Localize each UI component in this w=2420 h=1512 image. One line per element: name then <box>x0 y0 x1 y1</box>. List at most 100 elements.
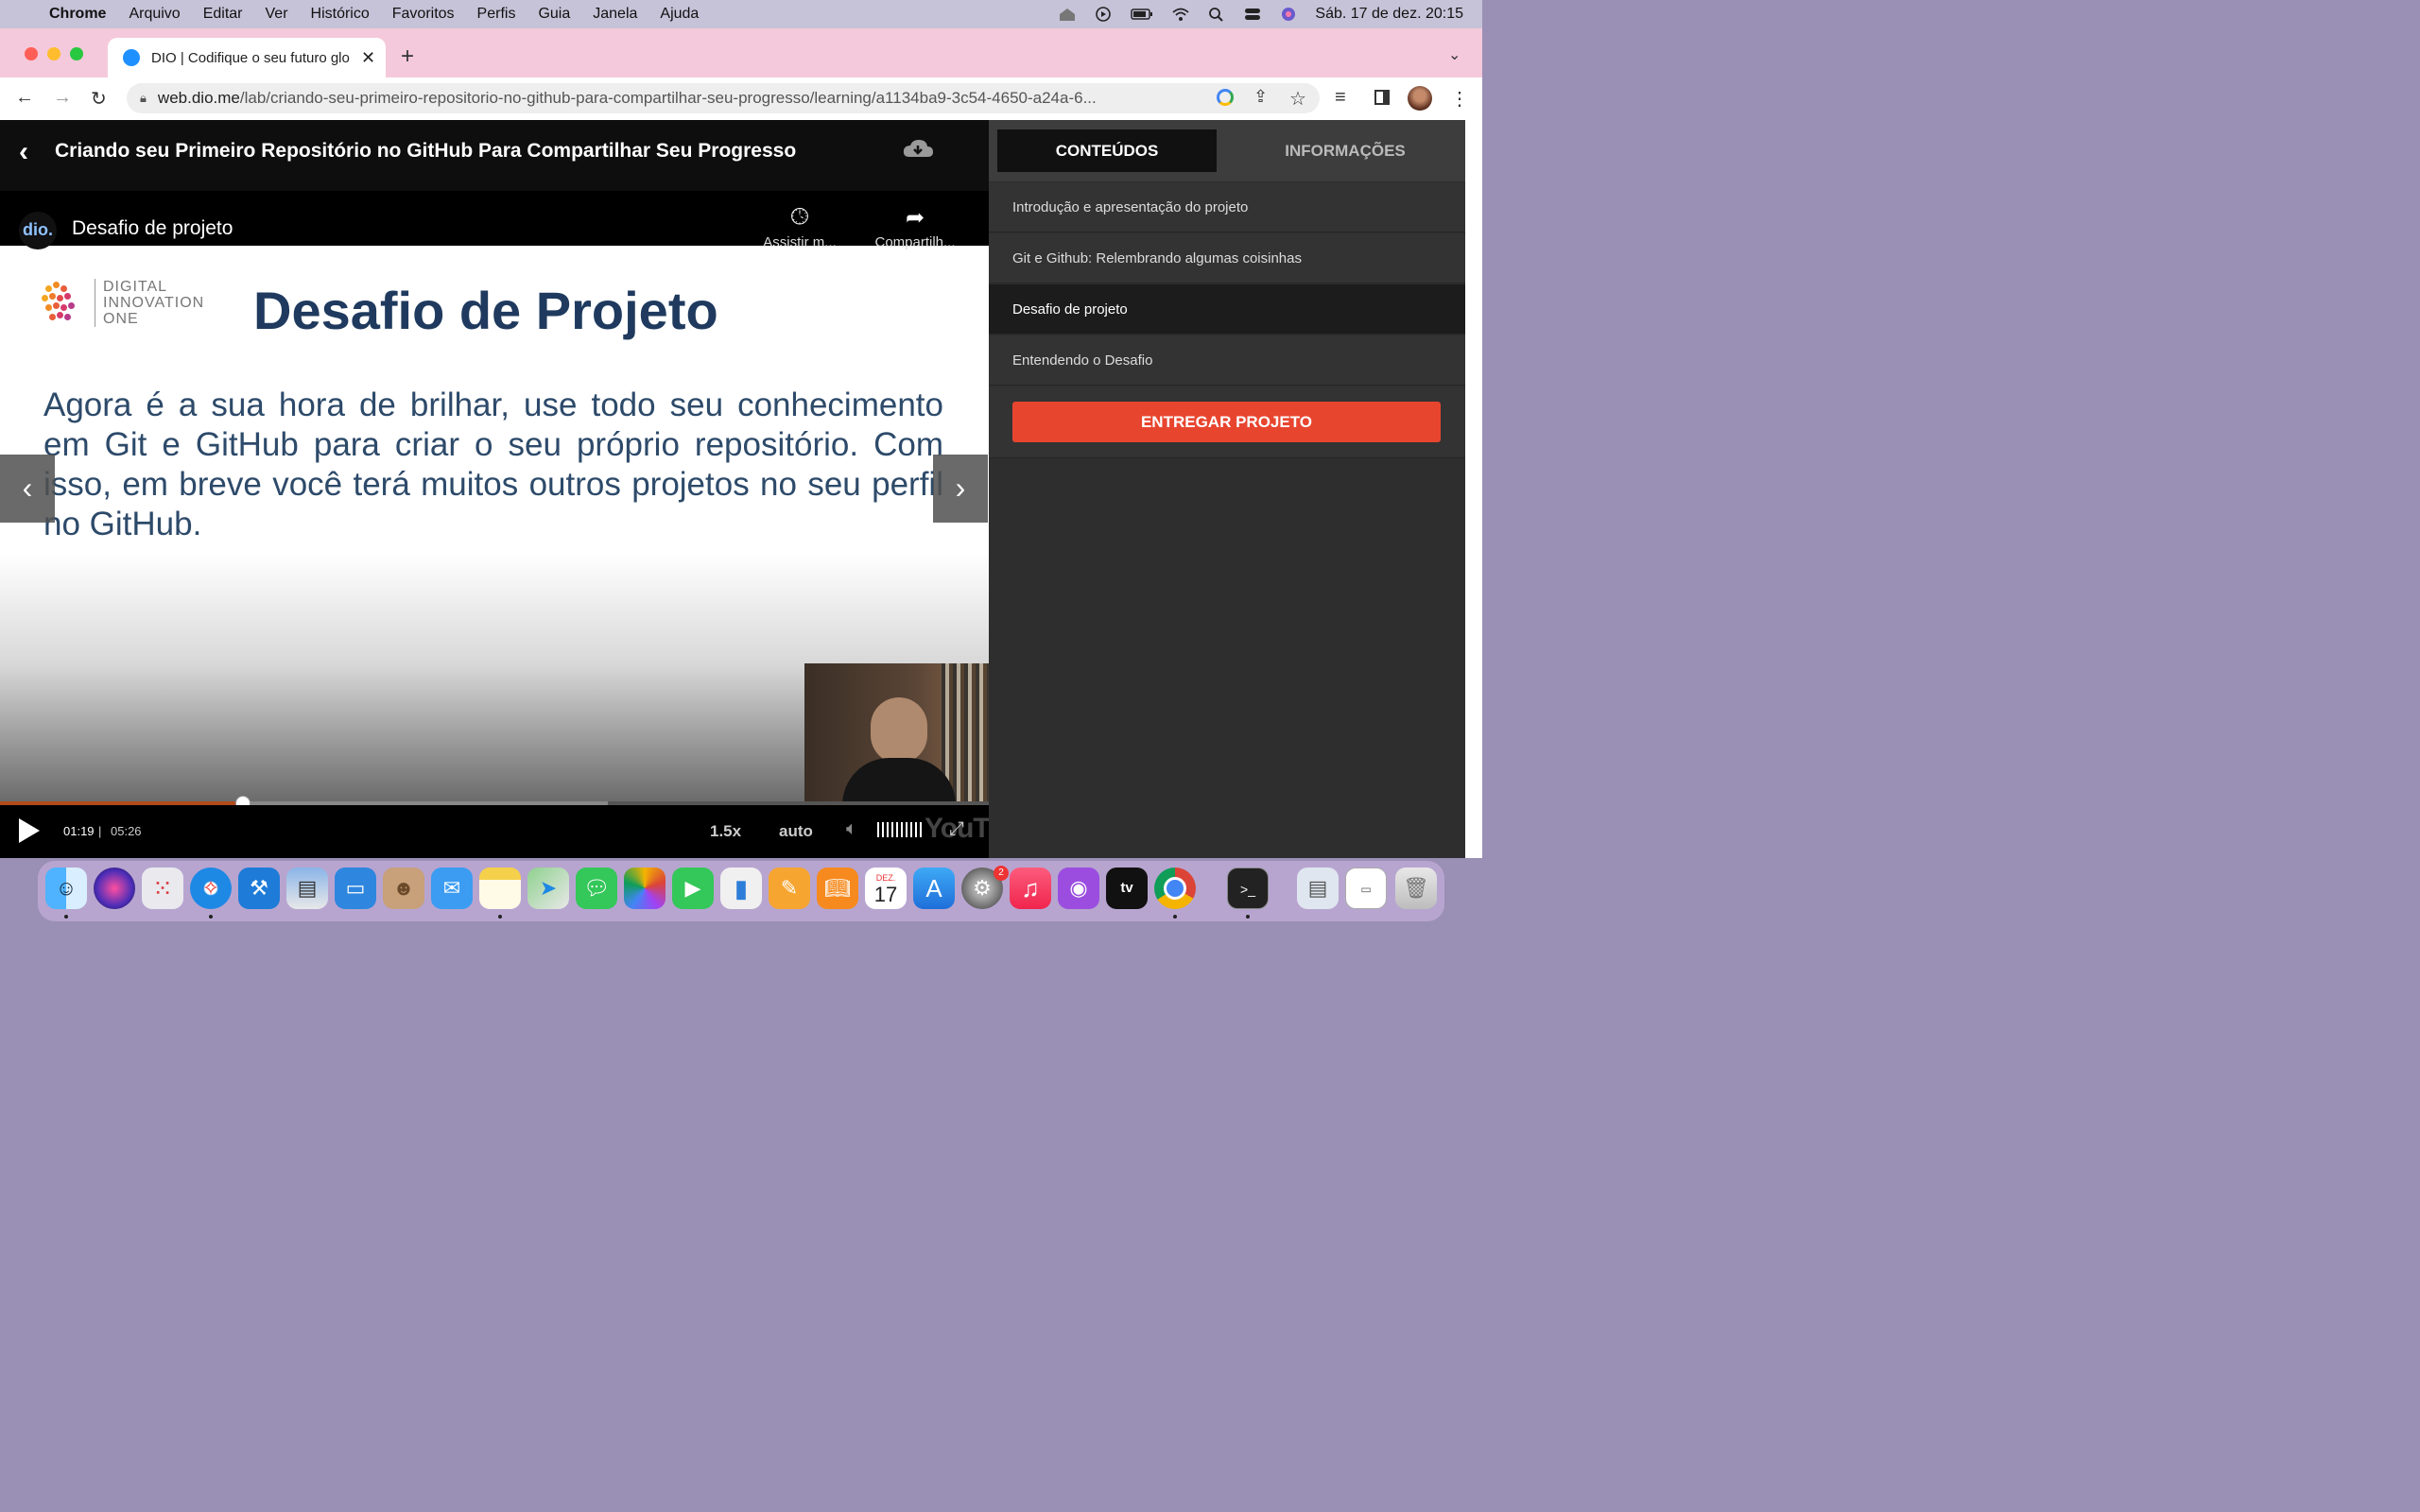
window-close-button[interactable] <box>25 47 38 60</box>
launchpad-icon[interactable]: ⁙ <box>142 868 183 909</box>
bookmark-star-icon[interactable]: ☆ <box>1289 87 1306 111</box>
time-separator: | <box>98 824 102 838</box>
menu-item-ajuda[interactable]: Ajuda <box>660 6 699 23</box>
xcode-icon[interactable]: ⚒ <box>238 868 280 909</box>
messages-icon[interactable]: 💬︎ <box>576 868 617 909</box>
app-store-icon[interactable]: A <box>913 868 955 909</box>
notes-icon[interactable] <box>479 868 521 909</box>
preview-icon[interactable]: ▤ <box>286 868 328 909</box>
back-arrow-icon[interactable]: ← <box>15 87 34 109</box>
address-bar[interactable]: 🔒︎ web.dio.me/lab/criando-seu-primeiro-r… <box>127 83 1320 113</box>
control-center-icon[interactable] <box>1243 7 1262 22</box>
calendar-icon[interactable]: DEZ. 17 <box>865 868 907 909</box>
menu-item-arquivo[interactable]: Arquivo <box>129 6 180 23</box>
forward-arrow-icon[interactable]: → <box>53 87 72 109</box>
url-path: /lab/criando-seu-primeiro-repositorio-no… <box>239 89 1097 107</box>
quality-button[interactable]: auto <box>779 822 813 841</box>
podcasts-icon[interactable]: ◉ <box>1058 868 1099 909</box>
video-title[interactable]: Desafio de projeto <box>72 217 233 240</box>
wifi-icon[interactable] <box>1171 7 1190 22</box>
more-menu-icon[interactable]: ⋮ <box>1450 87 1469 111</box>
tab-search-chevron-icon[interactable]: ⌄ <box>1448 45 1461 64</box>
siri-app-icon[interactable] <box>94 868 135 909</box>
menu-item-janela[interactable]: Janela <box>593 6 637 23</box>
apple-tv-icon[interactable]: tv <box>1106 868 1148 909</box>
volume-slider[interactable] <box>877 822 923 837</box>
browser-tab[interactable]: DIO | Codifique o seu futuro glo ✕ <box>108 38 386 77</box>
pages-icon[interactable]: ✎ <box>769 868 810 909</box>
maps-icon[interactable]: ➤ <box>527 868 569 909</box>
new-tab-icon[interactable]: + <box>401 43 414 70</box>
page-scroll-gutter <box>1465 120 1482 858</box>
mail-icon[interactable]: ✉ <box>431 868 473 909</box>
documents-folder-icon[interactable]: ▤ <box>1297 868 1339 909</box>
menu-item-ver[interactable]: Ver <box>266 6 288 23</box>
next-lesson-arrow-icon[interactable]: › <box>933 455 988 523</box>
instructor-webcam-overlay <box>804 663 989 803</box>
tab-conteudos[interactable]: CONTEÚDOS <box>997 129 1217 172</box>
siri-icon[interactable] <box>1279 7 1298 22</box>
keynote-icon[interactable]: ▭ <box>335 868 376 909</box>
share-label: Compartilh... <box>874 234 956 250</box>
side-panel-icon[interactable] <box>1374 90 1390 105</box>
mac-menu-bar: Chrome Arquivo Editar Ver Histórico Favo… <box>0 0 1482 28</box>
safari-icon[interactable]: ✧ <box>190 868 232 909</box>
lesson-item[interactable]: Introdução e apresentação do projeto <box>989 182 1465 232</box>
menu-app-name[interactable]: Chrome <box>49 6 106 23</box>
share-icon[interactable]: ⇪ <box>1253 87 1268 107</box>
play-icon[interactable] <box>19 818 40 843</box>
menu-item-perfis[interactable]: Perfis <box>477 6 516 23</box>
cloud-download-icon[interactable] <box>902 138 934 161</box>
share-arrow-icon: ➦ <box>905 205 925 231</box>
menu-item-historico[interactable]: Histórico <box>311 6 370 23</box>
reload-icon[interactable]: ↻ <box>91 87 107 111</box>
slide-body: Agora é a sua hora de brilhar, use todo … <box>43 387 943 542</box>
volume-icon[interactable]: 🔈︎ <box>846 818 857 840</box>
facetime-icon[interactable]: ▶ <box>672 868 714 909</box>
play-circle-icon[interactable] <box>1094 7 1113 22</box>
terminal-icon[interactable]: >_ <box>1227 868 1269 909</box>
notes-running-indicator <box>498 915 502 919</box>
share-video-button[interactable]: ➦ Compartilh... <box>872 204 959 251</box>
window-zoom-button[interactable] <box>70 47 83 60</box>
back-chevron-icon[interactable]: ‹ <box>19 136 28 168</box>
home-icon[interactable] <box>1058 7 1077 22</box>
contacts-icon[interactable]: ☻ <box>383 868 424 909</box>
photos-icon[interactable] <box>624 868 666 909</box>
window-minimize-button[interactable] <box>47 47 60 60</box>
trash-icon[interactable]: 🗑︎ <box>1395 868 1437 909</box>
books-icon[interactable]: 📖︎ <box>817 868 858 909</box>
safari-running-indicator <box>209 915 213 919</box>
google-lens-icon[interactable] <box>1217 89 1234 106</box>
finder-running-indicator <box>64 915 68 919</box>
chrome-icon[interactable] <box>1154 868 1196 909</box>
spotlight-search-icon[interactable] <box>1207 7 1226 22</box>
slide-heading: Desafio de Projeto <box>253 281 718 340</box>
menu-item-favoritos[interactable]: Favoritos <box>392 6 455 23</box>
watch-later-button[interactable]: 🕓︎ Assistir m... <box>756 204 843 251</box>
screenshot-folder-icon[interactable]: ▭ <box>1345 868 1387 909</box>
channel-avatar[interactable]: dio. <box>19 212 57 249</box>
menu-item-editar[interactable]: Editar <box>203 6 243 23</box>
numbers-icon[interactable]: ▮ <box>720 868 762 909</box>
clock-icon: 🕓︎ <box>790 204 809 230</box>
tab-informacoes[interactable]: INFORMAÇÕES <box>1227 129 1463 172</box>
lesson-item[interactable]: Entendendo o Desafio <box>989 335 1465 386</box>
lesson-item[interactable]: Git e Github: Relembrando algumas coisin… <box>989 233 1465 284</box>
close-tab-icon[interactable]: ✕ <box>361 48 375 68</box>
menu-item-guia[interactable]: Guia <box>538 6 570 23</box>
finder-icon[interactable]: ☺ <box>45 868 87 909</box>
lesson-item-active[interactable]: Desafio de projeto <box>989 284 1465 335</box>
media-playlist-icon[interactable]: ≡ <box>1335 87 1346 109</box>
previous-lesson-arrow-icon[interactable]: ‹ <box>0 455 55 523</box>
lock-icon[interactable]: 🔒︎ <box>140 91 147 106</box>
playback-speed-button[interactable]: 1.5x <box>710 822 741 841</box>
menu-clock[interactable]: Sáb. 17 de dez. 20:15 <box>1315 6 1463 23</box>
slide-logo-line-1: DIGITAL <box>103 278 168 295</box>
profile-avatar[interactable] <box>1408 86 1432 111</box>
music-icon[interactable]: ♫ <box>1010 868 1051 909</box>
battery-icon[interactable] <box>1130 7 1154 22</box>
terminal-running-indicator <box>1246 915 1250 919</box>
fullscreen-icon[interactable]: ⤢ <box>949 818 964 840</box>
submit-project-button[interactable]: ENTREGAR PROJETO <box>1012 402 1441 442</box>
